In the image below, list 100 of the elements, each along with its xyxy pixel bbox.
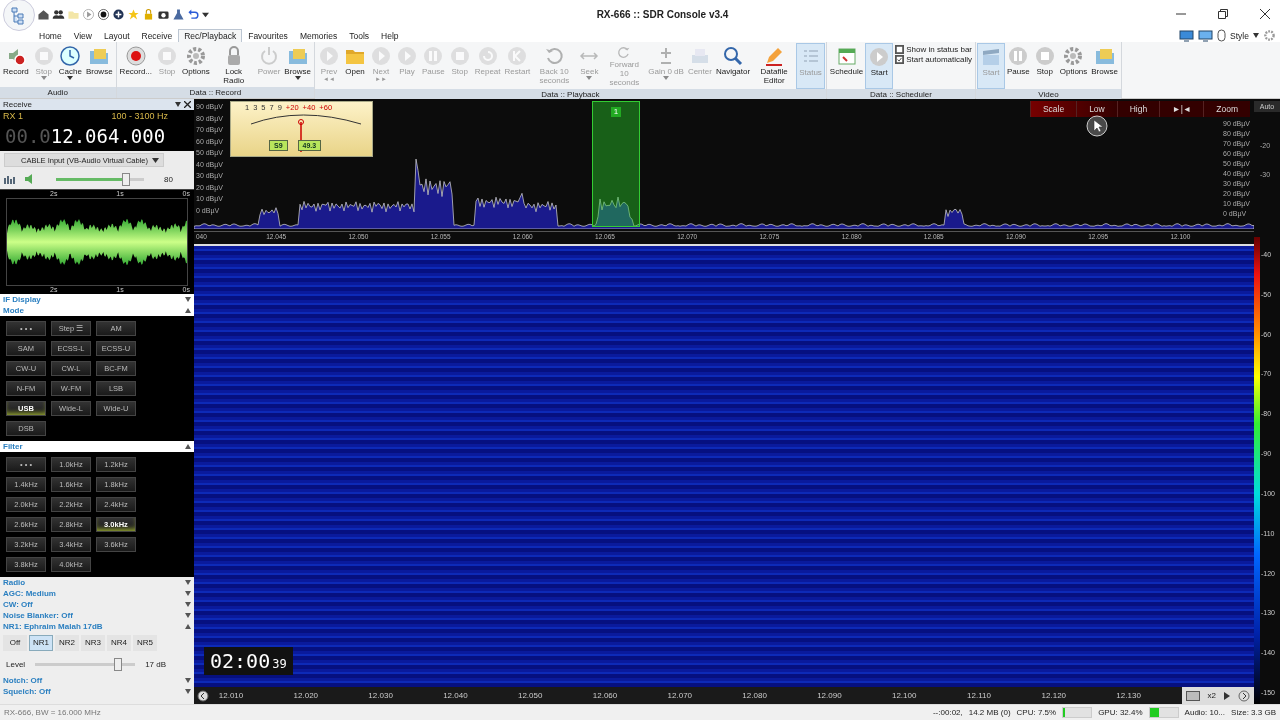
- frequency-tick: 12.120: [1041, 691, 1067, 700]
- section-header[interactable]: Radio: [0, 577, 194, 588]
- caret-icon[interactable]: [175, 102, 181, 107]
- noise-reduction-button[interactable]: NR5: [133, 635, 157, 651]
- volume-slider[interactable]: [56, 172, 144, 186]
- frequency-tick: 12.060: [592, 691, 618, 700]
- ribbon-button[interactable]: Start: [865, 43, 894, 89]
- close-icon[interactable]: [184, 101, 191, 108]
- ribbon-button[interactable]: Record: [1, 43, 31, 87]
- section-header[interactable]: CW: Off: [0, 599, 194, 610]
- menu-tab[interactable]: Memories: [293, 29, 344, 42]
- star-icon[interactable]: [127, 7, 140, 21]
- section-header[interactable]: AGC: Medium: [0, 588, 194, 599]
- scale-control[interactable]: High: [1116, 101, 1160, 117]
- noise-reduction-button[interactable]: NR1: [29, 635, 53, 651]
- ribbon-button[interactable]: Browse: [282, 43, 314, 87]
- level-slider[interactable]: [35, 658, 136, 671]
- menu-tab[interactable]: Rec/Playback: [178, 29, 243, 42]
- checkbox-icon: [895, 55, 905, 64]
- mouse-cursor-icon: [1086, 115, 1108, 137]
- section-header[interactable]: NR1: Ephraim Malah 17dB: [0, 621, 194, 632]
- keyboard-icon[interactable]: [1185, 690, 1200, 701]
- scale-control[interactable]: Scale: [1029, 101, 1077, 117]
- gear-icon[interactable]: [1263, 29, 1276, 42]
- bandwidth-label: 100 - 3100 Hz: [111, 111, 168, 121]
- undo-icon[interactable]: [187, 7, 200, 21]
- frequency-tick: 12.100: [891, 691, 917, 700]
- scroll-left-icon[interactable]: [197, 689, 209, 702]
- menu-tab[interactable]: Receive: [135, 29, 179, 42]
- ribbon-button[interactable]: Options: [180, 43, 212, 87]
- section-header[interactable]: Notch: Off: [0, 675, 194, 686]
- style-menu[interactable]: Style: [1230, 30, 1249, 41]
- zoom-factor[interactable]: x2: [1207, 691, 1216, 700]
- status-text: 14.2 MB (0): [968, 708, 1011, 717]
- ribbon-button[interactable]: Open: [342, 43, 369, 87]
- noise-reduction-button[interactable]: Off: [3, 635, 27, 651]
- caret-icon[interactable]: [202, 10, 209, 18]
- caret-icon[interactable]: [1253, 33, 1259, 38]
- window-title: RX-666 :: SDR Console v3.4: [595, 8, 730, 20]
- counterclockwise-arrow-icon: [543, 45, 566, 67]
- ribbon-button[interactable]: Cache: [56, 43, 84, 87]
- section-header[interactable]: Squelch: Off: [0, 686, 194, 697]
- scale-control[interactable]: Zoom: [1203, 101, 1250, 117]
- pause-icon: [422, 45, 445, 67]
- users-icon[interactable]: [52, 7, 65, 21]
- checkbox[interactable]: Show in status bar: [895, 45, 972, 54]
- plus-icon[interactable]: [112, 7, 125, 21]
- ribbon-button[interactable]: Schedule: [827, 43, 866, 87]
- scale-control[interactable]: ►|◄: [1159, 101, 1204, 117]
- section-header[interactable]: Filter: [0, 441, 194, 452]
- level-meter-icon: [4, 174, 16, 184]
- play-icon[interactable]: [1224, 691, 1230, 700]
- section-header[interactable]: Mode: [0, 305, 194, 316]
- menu-tab[interactable]: Layout: [97, 29, 136, 42]
- calendar-icon: [835, 45, 858, 67]
- ribbon-button[interactable]: Browse: [1089, 43, 1120, 87]
- pause-icon: [1007, 45, 1030, 67]
- checkbox-icon: [895, 45, 905, 54]
- checkbox[interactable]: Start automatically: [895, 55, 972, 64]
- record-icon[interactable]: [97, 7, 110, 21]
- scale-control[interactable]: Low: [1076, 101, 1117, 117]
- caret-icon: [663, 76, 670, 80]
- slider-thumb[interactable]: [114, 658, 123, 671]
- play-icon: [868, 46, 891, 68]
- clock-time: 02:00: [210, 649, 271, 673]
- noise-reduction-button[interactable]: NR2: [55, 635, 79, 651]
- ribbon-button[interactable]: Stop: [1031, 43, 1058, 87]
- ribbon-button[interactable]: Pause: [1005, 43, 1032, 87]
- stop-icon: [32, 45, 55, 67]
- frequency-display[interactable]: 12.064.000: [50, 125, 166, 147]
- waterfall-display[interactable]: 02:00 39: [194, 244, 1254, 687]
- restore-icon[interactable]: [1218, 9, 1228, 19]
- ribbon-button[interactable]: Record...: [117, 43, 155, 87]
- ribbon-button[interactable]: Browse: [83, 43, 115, 87]
- section-header[interactable]: Noise Blanker: Off: [0, 610, 194, 621]
- monitor-icon[interactable]: [1198, 29, 1214, 42]
- scroll-right-icon[interactable]: [1238, 689, 1250, 702]
- spectrum-display[interactable]: [194, 99, 1254, 244]
- panel-title: Receive: [3, 99, 32, 110]
- section-header[interactable]: IF Display: [0, 294, 194, 305]
- ribbon-button[interactable]: Navigator: [713, 43, 753, 87]
- frequency-tick: 12.130: [1116, 691, 1141, 700]
- volume-value: 80: [164, 174, 173, 184]
- close-icon[interactable]: [1260, 9, 1270, 19]
- menu-tab[interactable]: Favourites: [242, 29, 294, 42]
- slider-thumb[interactable]: [122, 172, 131, 186]
- noise-reduction-button[interactable]: NR3: [81, 635, 105, 651]
- level-label: Level: [6, 660, 26, 669]
- home-icon[interactable]: [37, 7, 50, 21]
- menu-tab[interactable]: Help: [375, 29, 405, 42]
- menu-tab[interactable]: View: [67, 29, 98, 42]
- flask-icon[interactable]: [172, 7, 185, 21]
- menu-tab[interactable]: Home: [33, 29, 68, 42]
- ribbon-button[interactable]: Options: [1057, 43, 1090, 87]
- ribbon-button[interactable]: Datafile Editor: [752, 43, 797, 87]
- level-value: 17 dB: [145, 660, 167, 669]
- ribbon-button[interactable]: Lock Radio: [211, 43, 256, 87]
- noise-reduction-button[interactable]: NR4: [107, 635, 131, 651]
- menu-tab[interactable]: Tools: [343, 29, 376, 42]
- monitor-icon[interactable]: [1179, 29, 1195, 42]
